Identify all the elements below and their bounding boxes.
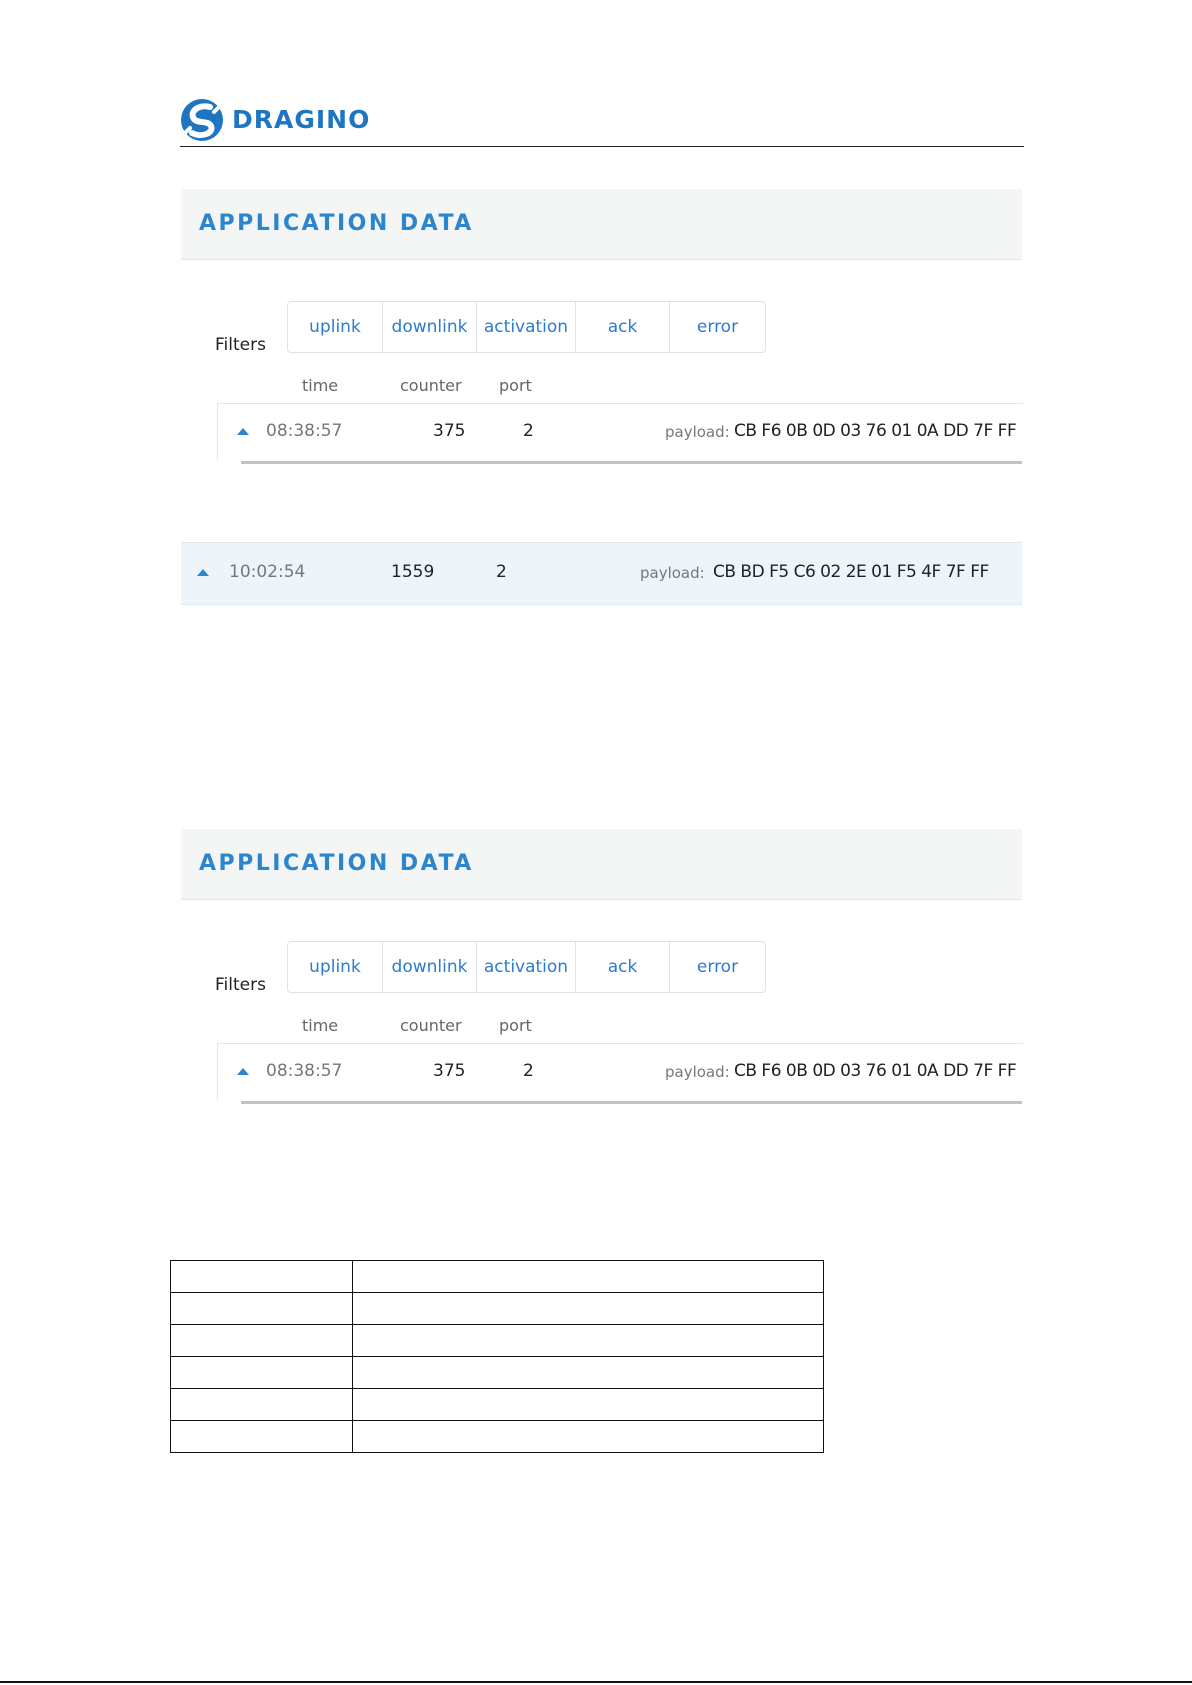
table-cell bbox=[170, 1420, 353, 1453]
table-cell bbox=[352, 1260, 824, 1293]
table-cell bbox=[170, 1356, 353, 1389]
filter-uplink-button[interactable]: uplink bbox=[288, 302, 383, 352]
table-cell bbox=[170, 1324, 353, 1357]
filter-button-group: uplink downlink activation ack error bbox=[287, 941, 766, 993]
filter-downlink-button[interactable]: downlink bbox=[383, 942, 477, 992]
table-cell bbox=[170, 1388, 353, 1421]
row-divider bbox=[241, 1101, 1022, 1104]
document-header: DRAGINO bbox=[180, 96, 1024, 147]
column-header-port: port bbox=[499, 1016, 532, 1035]
filter-error-button[interactable]: error bbox=[670, 302, 765, 352]
row-time: 10:02:54 bbox=[229, 562, 306, 582]
column-header-time: time bbox=[302, 376, 339, 395]
column-header-counter: counter bbox=[400, 376, 462, 395]
payload-label: payload: bbox=[640, 564, 705, 582]
panel-title: APPLICATION DATA bbox=[199, 851, 474, 876]
table-cell bbox=[352, 1356, 824, 1389]
expand-caret-icon[interactable] bbox=[197, 569, 209, 576]
table-row bbox=[170, 1324, 824, 1357]
row-time: 08:38:57 bbox=[266, 421, 343, 441]
dragino-logo-icon bbox=[181, 99, 223, 141]
expand-caret-icon[interactable] bbox=[237, 428, 249, 435]
filter-uplink-button[interactable]: uplink bbox=[288, 942, 383, 992]
row-payload: CB F6 0B 0D 03 76 01 0A DD 7F FF bbox=[734, 421, 1017, 441]
filter-button-group: uplink downlink activation ack error bbox=[287, 301, 766, 353]
table-cell bbox=[170, 1292, 353, 1325]
row-counter: 1559 bbox=[391, 562, 435, 582]
row-divider bbox=[241, 461, 1022, 464]
highlighted-data-row[interactable]: 10:02:54 1559 2 payload: CB BD F5 C6 02 … bbox=[181, 542, 1022, 605]
panel-title-bar: APPLICATION DATA bbox=[181, 189, 1022, 260]
row-port: 2 bbox=[496, 562, 507, 582]
panel-title: APPLICATION DATA bbox=[199, 211, 474, 236]
table-row[interactable]: 08:38:57 375 2 payload: CB F6 0B 0D 03 7… bbox=[217, 403, 1023, 460]
table-cell bbox=[352, 1388, 824, 1421]
column-header-counter: counter bbox=[400, 1016, 462, 1035]
panel-title-bar: APPLICATION DATA bbox=[181, 829, 1022, 900]
row-port: 2 bbox=[523, 421, 534, 441]
table-row bbox=[170, 1260, 824, 1293]
payload-label: payload: bbox=[665, 1063, 730, 1081]
row-payload: CB BD F5 C6 02 2E 01 F5 4F 7F FF bbox=[713, 562, 989, 582]
filter-downlink-button[interactable]: downlink bbox=[383, 302, 477, 352]
filter-ack-button[interactable]: ack bbox=[576, 942, 670, 992]
row-port: 2 bbox=[523, 1061, 534, 1081]
column-header-time: time bbox=[302, 1016, 339, 1035]
footer-divider bbox=[0, 1681, 1192, 1683]
table-cell bbox=[170, 1260, 353, 1293]
table-row bbox=[170, 1420, 824, 1453]
filters-label: Filters bbox=[215, 975, 266, 995]
application-data-panel: APPLICATION DATA Filters uplink downlink… bbox=[181, 829, 1023, 1119]
row-payload: CB F6 0B 0D 03 76 01 0A DD 7F FF bbox=[734, 1061, 1017, 1081]
table-cell bbox=[352, 1292, 824, 1325]
row-time: 08:38:57 bbox=[266, 1061, 343, 1081]
column-header-port: port bbox=[499, 376, 532, 395]
filter-activation-button[interactable]: activation bbox=[477, 942, 576, 992]
application-data-panel: APPLICATION DATA Filters uplink downlink… bbox=[181, 189, 1023, 479]
filter-activation-button[interactable]: activation bbox=[477, 302, 576, 352]
table-row[interactable]: 08:38:57 375 2 payload: CB F6 0B 0D 03 7… bbox=[217, 1043, 1023, 1100]
table-row bbox=[170, 1356, 824, 1389]
empty-table bbox=[170, 1260, 824, 1453]
filter-ack-button[interactable]: ack bbox=[576, 302, 670, 352]
brand-name: DRAGINO bbox=[232, 105, 371, 134]
expand-caret-icon[interactable] bbox=[237, 1068, 249, 1075]
filters-label: Filters bbox=[215, 335, 266, 355]
filter-error-button[interactable]: error bbox=[670, 942, 765, 992]
table-row bbox=[170, 1292, 824, 1325]
table-cell bbox=[352, 1420, 824, 1453]
row-counter: 375 bbox=[433, 421, 466, 441]
table-cell bbox=[352, 1324, 824, 1357]
payload-label: payload: bbox=[665, 423, 730, 441]
table-row bbox=[170, 1388, 824, 1421]
row-counter: 375 bbox=[433, 1061, 466, 1081]
